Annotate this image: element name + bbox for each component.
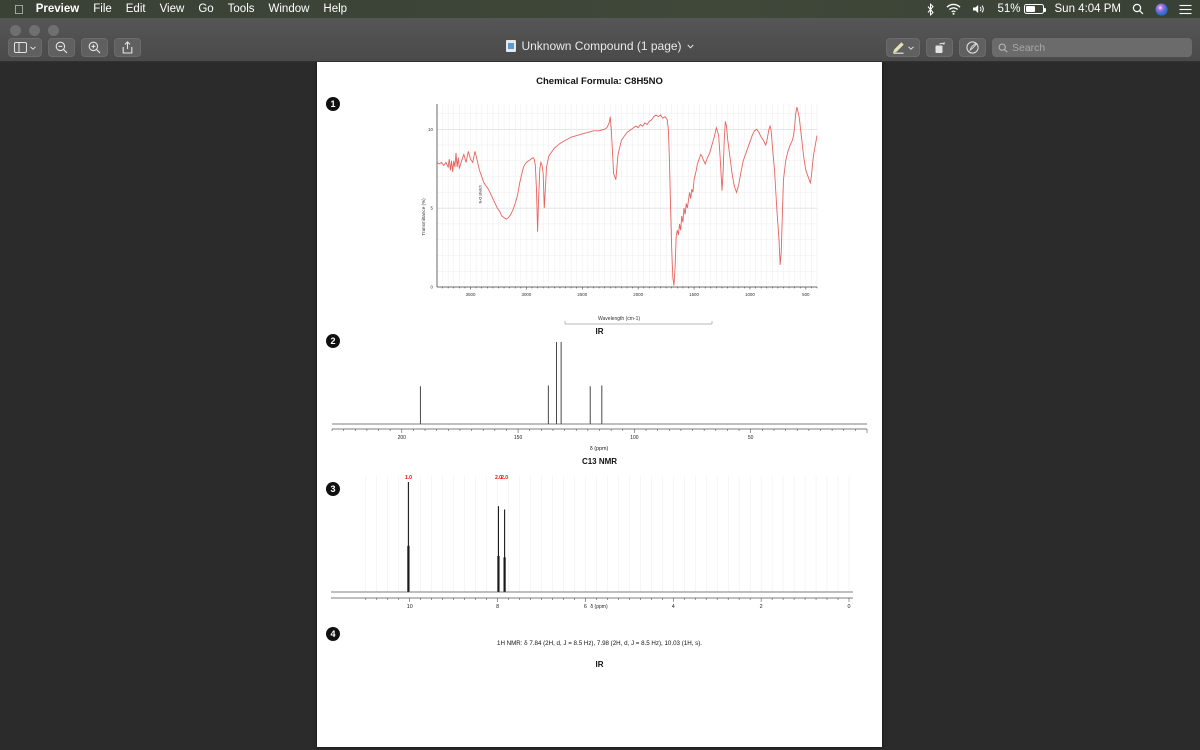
nmr-caption: 1H NMR: δ 7.84 (2H, d, J = 8.5 Hz), 7.98… [497, 640, 702, 647]
svg-text:10: 10 [407, 604, 413, 610]
annotation-badge-2[interactable]: 2 [326, 334, 340, 348]
c13-nmr-chart[interactable]: 200 150 100 50 δ (ppm) [317, 332, 882, 457]
menu-item-tools[interactable]: Tools [228, 3, 255, 15]
search-field[interactable]: Search [992, 38, 1192, 57]
chevron-down-icon [908, 45, 914, 50]
battery-percent-label: 51% [997, 3, 1021, 15]
svg-text:100: 100 [630, 435, 639, 441]
annotation-badge-1[interactable]: 1 [326, 97, 340, 111]
svg-text:1000: 1000 [745, 292, 755, 297]
apple-icon[interactable]:  [14, 3, 24, 16]
menu-clock[interactable]: Sun 4:04 PM [1055, 3, 1121, 15]
document-title-label: Unknown Compound (1 page) [521, 39, 682, 53]
battery-status[interactable]: 51% [997, 3, 1046, 15]
svg-text:4: 4 [672, 604, 675, 610]
share-button[interactable] [114, 38, 141, 57]
search-input[interactable]: Search [1012, 42, 1045, 54]
chevron-down-icon [686, 44, 694, 49]
toolbar-left-group [8, 38, 141, 57]
svg-text:8: 8 [496, 604, 499, 610]
h1-nmr-chart[interactable]: 1.0 2.0 2.0 10 8 6 4 2 0 δ (ppm) [317, 470, 882, 610]
svg-text:3000: 3000 [522, 292, 532, 297]
svg-text:δ (ppm): δ (ppm) [590, 604, 608, 610]
toolbar-right-group: Search [886, 38, 1192, 57]
svg-text:150: 150 [514, 435, 523, 441]
ir-spectrum-chart[interactable]: 3500 3000 2500 2000 1500 1000 500 0 5 10 Transmit… [317, 92, 882, 327]
svg-text:200: 200 [398, 435, 407, 441]
bottom-panel-label: IR [595, 660, 604, 669]
svg-text:50: 50 [748, 435, 754, 441]
zoom-in-button[interactable] [81, 38, 108, 57]
svg-text:2: 2 [760, 604, 763, 610]
svg-text:δ (ppm): δ (ppm) [590, 446, 609, 452]
svg-text:6: 6 [584, 604, 587, 610]
menu-item-preview[interactable]: Preview [36, 3, 79, 15]
rotate-button[interactable] [926, 38, 953, 57]
siri-icon[interactable] [1155, 3, 1168, 16]
window-controls [10, 25, 59, 36]
window-toolbar: Unknown Compound (1 page) Search [0, 18, 1200, 62]
control-center-icon[interactable] [1179, 4, 1192, 15]
annotation-badge-4[interactable]: 4 [326, 627, 340, 641]
annotate-button[interactable] [959, 38, 986, 57]
wifi-icon[interactable] [946, 3, 961, 15]
c13-panel-label: C13 NMR [581, 457, 618, 466]
menu-item-go[interactable]: Go [198, 3, 213, 15]
menu-item-edit[interactable]: Edit [126, 3, 146, 15]
svg-text:2000: 2000 [633, 292, 643, 297]
zoom-out-button[interactable] [48, 38, 75, 57]
battery-icon [1023, 4, 1046, 14]
svg-text:0: 0 [431, 285, 434, 290]
bluetooth-icon[interactable] [926, 2, 935, 16]
sidebar-toggle-button[interactable] [8, 38, 42, 57]
document-icon [506, 40, 517, 52]
menu-item-view[interactable]: View [160, 3, 185, 15]
svg-text:5: 5 [431, 206, 434, 211]
menu-item-window[interactable]: Window [269, 3, 310, 15]
search-icon [998, 43, 1008, 53]
annotation-badge-3[interactable]: 3 [326, 482, 340, 496]
menu-item-file[interactable]: File [93, 3, 112, 15]
h1-panel: 1.0 2.0 2.0 10 8 6 4 2 0 δ (ppm) [317, 470, 882, 610]
menu-item-help[interactable]: Help [323, 3, 347, 15]
minimize-button[interactable] [29, 25, 40, 36]
maximize-button[interactable] [48, 25, 59, 36]
pdf-page[interactable]: Chemical Formula: C8H5NO 1 2 3 4 3500 300… [317, 62, 882, 747]
spotlight-search-icon[interactable] [1132, 3, 1144, 15]
page-title: Chemical Formula: C8H5NO [536, 76, 663, 87]
screen:  Preview File Edit View Go Tools Window… [0, 0, 1200, 750]
markup-button[interactable] [886, 38, 920, 57]
ir-panel: 3500 3000 2500 2000 1500 1000 500 0 5 10 Transmit… [317, 92, 882, 336]
volume-icon[interactable] [972, 3, 986, 15]
svg-text:10: 10 [428, 127, 433, 132]
svg-text:2500: 2500 [577, 292, 587, 297]
chevron-down-icon [30, 45, 36, 50]
svg-text:Transmittance (%): Transmittance (%) [421, 198, 426, 236]
document-canvas[interactable]: Chemical Formula: C8H5NO 1 2 3 4 3500 300… [0, 62, 1200, 750]
svg-text:Wavelength (cm-1): Wavelength (cm-1) [598, 316, 640, 322]
svg-text:3500: 3500 [466, 292, 476, 297]
close-button[interactable] [10, 25, 21, 36]
svg-text:N-O stretch: N-O stretch [479, 185, 483, 203]
menu-bar:  Preview File Edit View Go Tools Window… [0, 0, 1200, 18]
svg-text:0: 0 [848, 604, 851, 610]
svg-text:2.0: 2.0 [501, 475, 508, 481]
svg-text:1.0: 1.0 [405, 475, 412, 481]
svg-text:500: 500 [802, 292, 810, 297]
svg-text:1500: 1500 [689, 292, 699, 297]
c13-panel: 200 150 100 50 δ (ppm) C13 NMR [317, 332, 882, 466]
